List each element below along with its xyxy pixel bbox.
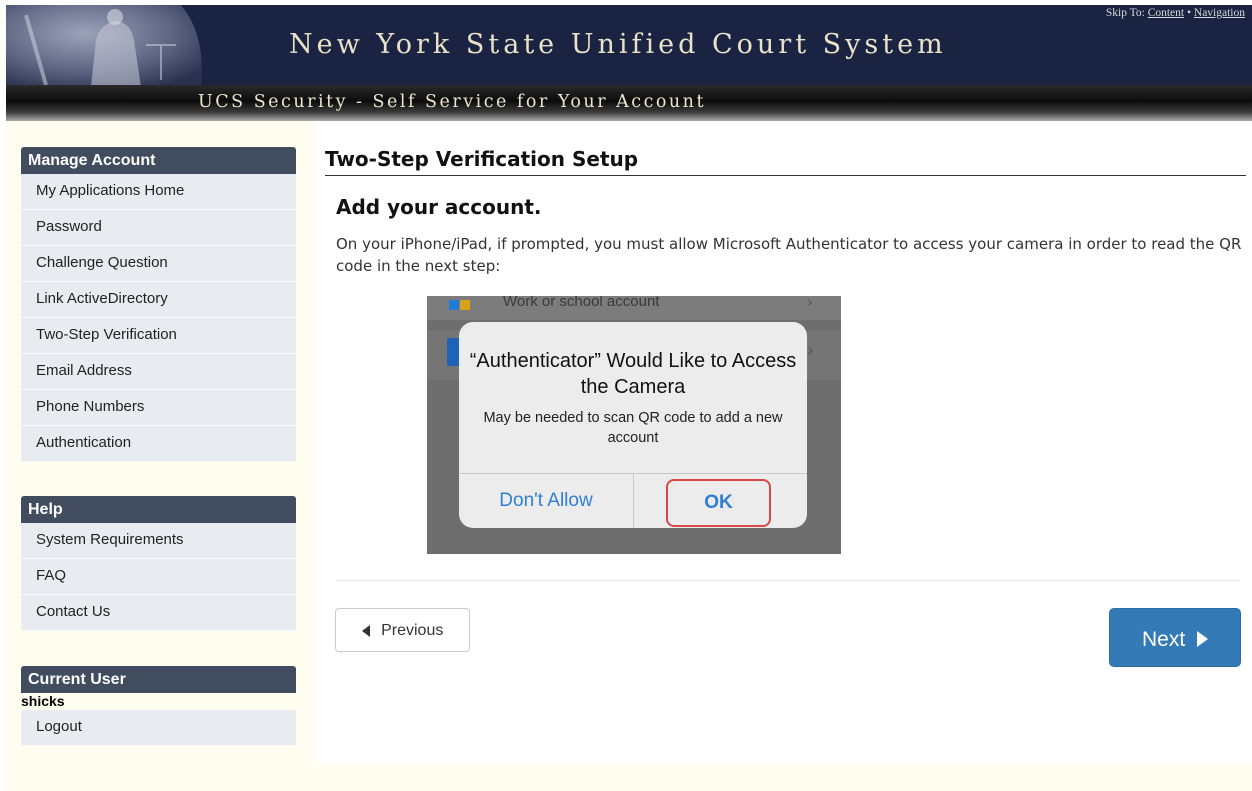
sidebar-item-two-step-verification[interactable]: Two-Step Verification [21, 318, 296, 354]
sidebar-item-system-requirements[interactable]: System Requirements [21, 523, 296, 559]
manage-account-header: Manage Account [21, 147, 296, 174]
chevron-right-icon: › [807, 296, 813, 311]
sidebar-item-my-applications-home[interactable]: My Applications Home [21, 174, 296, 210]
sidebar-item-email-address[interactable]: Email Address [21, 354, 296, 390]
skip-to-content-link[interactable]: Content [1148, 7, 1184, 19]
current-username: shicks [21, 693, 296, 710]
dialog-message: May be needed to scan QR code to add a n… [483, 410, 783, 446]
camera-permission-screenshot: Work or school account › › “Authenticato… [427, 296, 841, 554]
sidebar: Manage Account My Applications Home Pass… [6, 121, 314, 763]
caret-left-icon [361, 625, 370, 637]
sidebar-item-authentication[interactable]: Authentication [21, 426, 296, 462]
dialog-title: “Authenticator” Would Like to Access the… [469, 350, 797, 398]
dialog-button-divider [633, 474, 634, 528]
sidebar-item-faq[interactable]: FAQ [21, 559, 296, 595]
chevron-right-icon: › [807, 340, 815, 361]
content-divider [336, 580, 1240, 581]
section-heading: Add your account. [336, 195, 542, 219]
microsoft-logo-icon [449, 300, 459, 310]
sidebar-item-phone-numbers[interactable]: Phone Numbers [21, 390, 296, 426]
logout-link[interactable]: Logout [21, 710, 296, 746]
footer [6, 763, 1252, 791]
help-header: Help [21, 496, 296, 523]
next-button[interactable]: Next [1109, 608, 1241, 667]
instructions-text: On your iPhone/iPad, if prompted, you mu… [336, 235, 1242, 275]
subtitle: UCS Security - Self Service for Your Acc… [198, 92, 706, 112]
current-user-header: Current User [21, 666, 296, 693]
site-title: New York State Unified Court System [289, 29, 947, 60]
caret-right-icon [1197, 631, 1209, 648]
justice-statue-logo [6, 5, 211, 85]
skip-to-navigation-link[interactable]: Navigation [1194, 7, 1245, 19]
previous-button[interactable]: Previous [335, 608, 470, 652]
sidebar-item-password[interactable]: Password [21, 210, 296, 246]
sidebar-item-challenge-question[interactable]: Challenge Question [21, 246, 296, 282]
site-banner: New York State Unified Court System Skip… [6, 5, 1252, 85]
sidebar-item-link-activedirectory[interactable]: Link ActiveDirectory [21, 282, 296, 318]
background-list-row: Work or school account › [427, 296, 841, 320]
microsoft-logo-icon-part [460, 300, 470, 310]
skip-to-label: Skip To: [1105, 7, 1145, 19]
permission-dialog: “Authenticator” Would Like to Access the… [459, 322, 807, 528]
next-button-label: Next [1141, 627, 1186, 651]
page-title: Two-Step Verification Setup [325, 147, 1246, 176]
previous-button-label: Previous [381, 622, 444, 639]
dont-allow-button-illustration: Don't Allow [499, 490, 593, 511]
current-user-panel: Current User shicks Logout [21, 666, 296, 746]
manage-account-panel: Manage Account My Applications Home Pass… [21, 147, 296, 462]
ok-button-illustration: OK [666, 479, 771, 527]
sidebar-item-contact-us[interactable]: Contact Us [21, 595, 296, 631]
subtitle-bar: UCS Security - Self Service for Your Acc… [6, 85, 1252, 121]
background-row-text: Work or school account [503, 296, 660, 310]
skip-separator: • [1186, 7, 1192, 19]
skip-links: Skip To: Content • Navigation [1106, 7, 1245, 19]
help-panel: Help System Requirements FAQ Contact Us [21, 496, 296, 631]
